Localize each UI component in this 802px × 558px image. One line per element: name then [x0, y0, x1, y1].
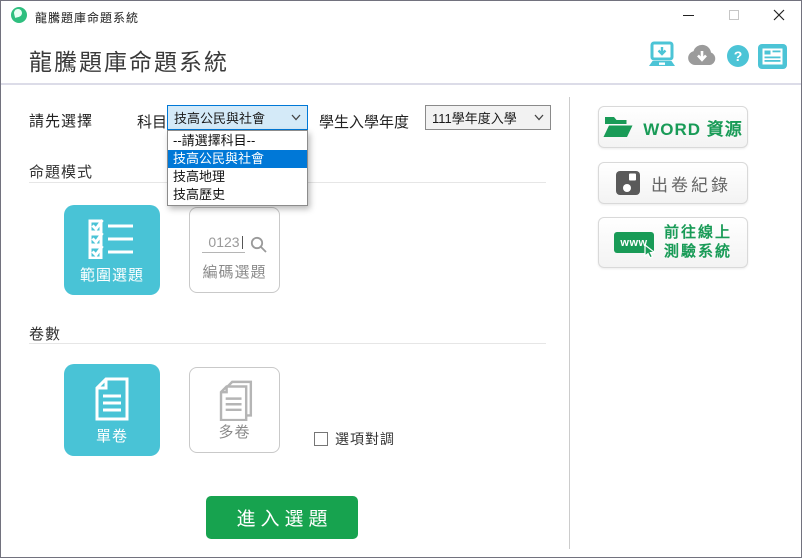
multi-button-label: 多卷 — [218, 421, 250, 442]
minimize-icon — [683, 15, 694, 16]
content-divider — [569, 97, 570, 549]
titlebar: 龍騰題庫命題系統 — [1, 1, 801, 29]
save-disk-icon — [615, 170, 641, 196]
swap-option-row: 選項對調 — [314, 429, 395, 449]
papers-section-title: 卷數 — [29, 323, 61, 344]
app-window: 龍騰題庫命題系統 龍騰題庫命題系統 ? 請先選擇 — [0, 0, 802, 558]
chevron-down-icon — [291, 114, 301, 121]
folder-icon — [603, 115, 633, 139]
subject-label: 科目 — [137, 111, 167, 132]
code-input-preview: 0123 — [202, 234, 266, 253]
chevron-down-icon — [534, 114, 544, 121]
year-select-value: 111學年度入學 — [432, 108, 517, 127]
documents-stack-icon — [214, 380, 256, 421]
minimize-button[interactable] — [666, 1, 711, 29]
online-label-line2: 測驗系統 — [664, 243, 732, 262]
header-divider — [1, 83, 802, 85]
text-caret — [242, 236, 243, 249]
app-logo-icon — [11, 7, 27, 23]
single-paper-button[interactable]: 單卷 — [64, 364, 160, 456]
help-glyph: ? — [734, 48, 743, 64]
www-badge-icon: www — [614, 232, 654, 253]
subject-dropdown-list: --請選擇科目-- 技高公民與社會 技高地理 技高歷史 — [167, 130, 308, 206]
range-select-button[interactable]: 範圍選題 — [64, 205, 160, 295]
maximize-icon — [729, 10, 739, 20]
cloud-download-icon[interactable] — [686, 43, 718, 69]
dropdown-option-civics[interactable]: 技高公民與社會 — [168, 150, 307, 168]
word-button-label: WORD 資源 — [643, 115, 743, 140]
code-button-label: 編碼選題 — [202, 261, 266, 282]
page-title: 龍騰題庫命題系統 — [29, 43, 229, 77]
close-icon — [773, 9, 785, 21]
online-label-line1: 前往線上 — [664, 224, 732, 243]
prompt-label: 請先選擇 — [29, 110, 93, 131]
header-toolbar: ? — [647, 41, 787, 71]
subject-select-value: 技高公民與社會 — [174, 108, 265, 127]
cursor-icon — [644, 244, 657, 259]
single-button-label: 單卷 — [96, 425, 128, 446]
swap-checkbox-label: 選項對調 — [335, 429, 395, 449]
titlebar-title: 龍騰題庫命題系統 — [35, 9, 139, 26]
code-input-field[interactable]: 0123 — [202, 234, 244, 253]
year-label: 學生入學年度 — [319, 111, 409, 132]
code-input-value: 0123 — [208, 234, 239, 250]
swap-checkbox[interactable] — [314, 432, 328, 446]
checklist-icon — [88, 217, 136, 259]
search-icon — [250, 236, 267, 253]
year-select[interactable]: 111學年度入學 — [425, 105, 551, 130]
news-panel-icon[interactable] — [758, 44, 787, 69]
record-button-label: 出卷紀錄 — [651, 171, 731, 196]
code-select-button[interactable]: 0123 編碼選題 — [189, 207, 280, 293]
document-icon — [93, 376, 131, 422]
help-icon[interactable]: ? — [727, 45, 749, 67]
papers-divider — [29, 343, 546, 344]
laptop-download-icon[interactable] — [647, 41, 677, 71]
subject-select[interactable]: 技高公民與社會 — [167, 105, 308, 130]
maximize-button[interactable] — [711, 1, 756, 29]
dropdown-option-placeholder[interactable]: --請選擇科目-- — [168, 132, 307, 150]
exam-record-button[interactable]: 出卷紀錄 — [598, 162, 748, 204]
dropdown-option-geography[interactable]: 技高地理 — [168, 168, 307, 186]
enter-selection-button[interactable]: 進入選題 — [206, 496, 358, 539]
word-resource-button[interactable]: WORD 資源 — [598, 106, 748, 148]
close-button[interactable] — [756, 1, 801, 29]
dropdown-option-history[interactable]: 技高歷史 — [168, 186, 307, 204]
range-button-label: 範圍選題 — [80, 264, 144, 285]
enter-button-label: 進入選題 — [236, 504, 332, 531]
online-button-label: 前往線上 測驗系統 — [664, 224, 732, 262]
online-test-button[interactable]: www 前往線上 測驗系統 — [598, 217, 748, 268]
multi-paper-button[interactable]: 多卷 — [189, 367, 280, 453]
mode-section-title: 命題模式 — [29, 161, 93, 182]
